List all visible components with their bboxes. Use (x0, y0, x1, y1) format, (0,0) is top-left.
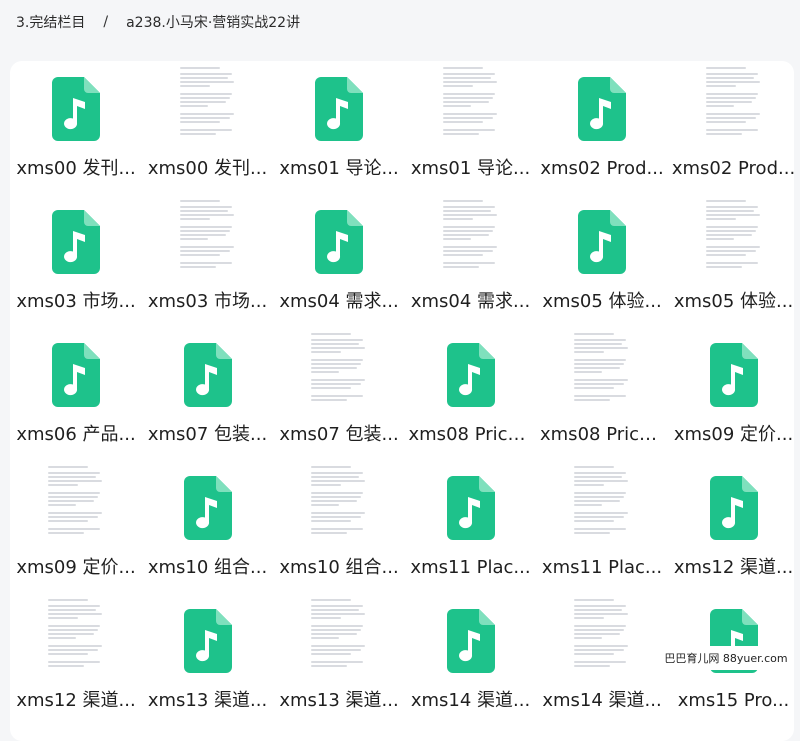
watermark: 巴巴育儿网 88yuer.com (662, 646, 790, 670)
file-tile[interactable]: xms09 定价... (10, 460, 142, 592)
document-thumbnail (307, 466, 371, 542)
file-tile[interactable]: xms11 Plac... (405, 460, 537, 592)
file-name: xms14 渠道... (542, 690, 662, 711)
file-tile[interactable]: xms13 渠道... (273, 593, 405, 725)
file-name: xms00 发刊... (147, 158, 268, 179)
audio-file-icon (52, 210, 100, 274)
file-name: xms08 Price... (540, 424, 664, 445)
file-tile[interactable]: xms05 体验... (536, 194, 668, 326)
audio-file-icon (183, 609, 232, 673)
audio-file-icon (315, 210, 363, 274)
file-tile[interactable]: xms05 体验... (668, 194, 795, 326)
file-name: xms10 组合... (279, 557, 399, 578)
document-thumbnail (44, 599, 108, 675)
file-name: xms15 Pro... (677, 690, 790, 711)
document-thumbnail (570, 599, 634, 675)
file-tile[interactable]: xms06 产品... (10, 327, 142, 459)
document-thumbnail (307, 333, 371, 409)
file-name: xms05 体验... (673, 291, 794, 312)
file-name: xms03 市场... (147, 291, 268, 312)
audio-file-icon (578, 210, 626, 274)
file-name: xms07 包装... (147, 424, 268, 445)
file-tile[interactable]: xms04 需求... (405, 194, 537, 326)
file-name: xms07 包装... (279, 424, 399, 445)
file-tile[interactable]: xms08 Price... (405, 327, 537, 459)
breadcrumb-current: a238.小马宋·营销实战22讲 (126, 15, 301, 31)
file-tile[interactable]: xms03 市场... (142, 194, 274, 326)
file-name: xms12 渠道... (16, 690, 136, 711)
breadcrumb: 3.完结栏目 / a238.小马宋·营销实战22讲 (16, 10, 300, 34)
file-tile[interactable]: xms00 发刊... (10, 61, 142, 193)
file-name: xms04 需求... (279, 291, 399, 312)
file-tile[interactable]: xms14 渠道... (536, 593, 668, 725)
file-grid: xms00 发刊... xms00 发刊... xms01 导论... xms01 导… (10, 61, 794, 741)
document-thumbnail (175, 67, 240, 143)
audio-file-icon (52, 77, 100, 141)
file-grid-panel: xms00 发刊... xms00 发刊... xms01 导论... xms01 导… (10, 61, 794, 741)
file-name: xms12 渠道... (673, 557, 794, 578)
file-tile[interactable]: xms12 渠道... (10, 593, 142, 725)
file-name: xms13 渠道... (147, 690, 268, 711)
document-thumbnail (438, 200, 503, 276)
file-tile[interactable]: xms07 包装... (142, 327, 274, 459)
file-tile[interactable]: xms00 发刊... (142, 61, 274, 193)
document-thumbnail (44, 466, 108, 542)
audio-file-icon (578, 77, 626, 141)
file-tile[interactable]: xms03 市场... (10, 194, 142, 326)
audio-file-icon (315, 77, 363, 141)
file-name: xms08 Price... (408, 424, 533, 445)
audio-file-icon (446, 476, 495, 540)
file-tile[interactable]: xms02 Prod... (668, 61, 794, 193)
file-tile[interactable]: xms14 渠道... (405, 593, 537, 725)
file-name: xms06 产品... (16, 424, 136, 445)
file-name: xms11 Plac... (541, 557, 663, 578)
file-tile[interactable]: xms10 组合... (273, 460, 405, 592)
file-name: xms11 Plac... (410, 557, 531, 578)
file-name: xms04 需求... (410, 291, 531, 312)
file-tile[interactable]: xms11 Plac... (536, 460, 668, 592)
document-thumbnail (570, 333, 634, 409)
file-tile[interactable]: xms04 需求... (273, 194, 405, 326)
file-name: xms05 体验... (542, 291, 662, 312)
audio-file-icon (183, 476, 232, 540)
file-tile[interactable]: xms02 Prod... (536, 61, 668, 193)
file-tile[interactable]: xms12 渠道... (668, 460, 795, 592)
file-tile[interactable]: xms01 导论... (273, 61, 405, 193)
file-tile[interactable]: xms10 组合... (142, 460, 274, 592)
file-name: xms03 市场... (16, 291, 136, 312)
audio-file-icon (52, 343, 100, 407)
audio-file-icon (446, 343, 495, 407)
file-name: xms09 定价... (16, 557, 136, 578)
file-name: xms13 渠道... (279, 690, 399, 711)
document-thumbnail (701, 67, 766, 143)
file-name: xms10 组合... (147, 557, 268, 578)
audio-file-icon (709, 343, 758, 407)
file-name: xms09 定价... (673, 424, 794, 445)
audio-file-icon (709, 476, 758, 540)
document-thumbnail (175, 200, 240, 276)
document-thumbnail (701, 200, 766, 276)
file-name: xms01 导论... (279, 158, 399, 179)
audio-file-icon (446, 609, 495, 673)
document-thumbnail (307, 599, 371, 675)
file-tile[interactable]: xms08 Price... (536, 327, 668, 459)
file-tile[interactable]: xms09 定价... (668, 327, 795, 459)
file-name: xms14 渠道... (410, 690, 531, 711)
file-name: xms02 Prod... (671, 158, 794, 179)
file-tile[interactable]: xms13 渠道... (142, 593, 274, 725)
audio-file-icon (183, 343, 232, 407)
document-thumbnail (438, 67, 503, 143)
breadcrumb-separator: / (103, 14, 109, 30)
file-name: xms01 导论... (410, 158, 531, 179)
file-tile[interactable]: xms01 导论... (405, 61, 537, 193)
file-name: xms00 发刊... (16, 158, 136, 179)
file-name: xms02 Prod... (540, 158, 664, 179)
document-thumbnail (570, 466, 634, 542)
breadcrumb-parent[interactable]: 3.完结栏目 (16, 12, 85, 32)
file-tile[interactable]: xms07 包装... (273, 327, 405, 459)
